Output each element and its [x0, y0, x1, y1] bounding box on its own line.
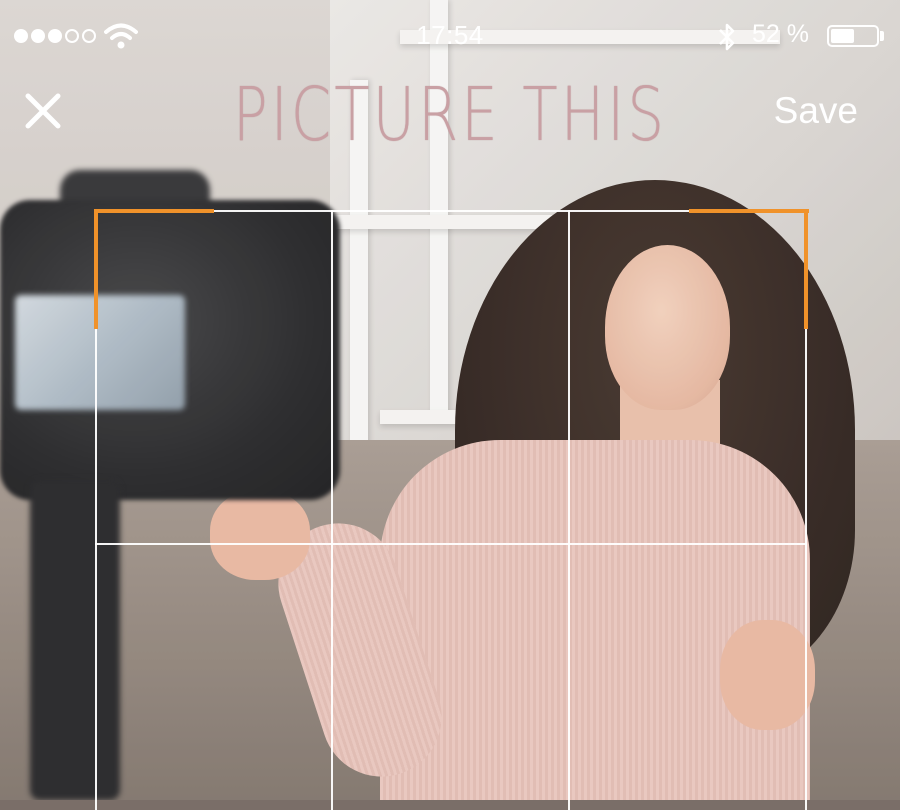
crop-grid-line	[568, 210, 570, 810]
battery-level	[831, 29, 854, 43]
crop-handle-top-left[interactable]	[94, 209, 98, 329]
battery-percent: 52 %	[752, 20, 809, 48]
close-icon[interactable]	[22, 90, 64, 132]
battery-cap	[880, 31, 884, 41]
crop-frame[interactable]	[94, 209, 809, 810]
crop-grid-line	[331, 210, 333, 810]
app-title: PICTURE THIS	[232, 72, 668, 158]
bluetooth-icon	[719, 23, 735, 51]
save-button[interactable]: Save	[774, 90, 858, 132]
crop-grid-line	[95, 543, 807, 545]
status-bar: 17:54 52 %	[0, 0, 900, 70]
crop-handle-top-right[interactable]	[804, 209, 808, 329]
battery-icon	[827, 25, 879, 47]
crop-handle-top-right[interactable]	[689, 209, 809, 213]
crop-handle-top-left[interactable]	[94, 209, 214, 213]
